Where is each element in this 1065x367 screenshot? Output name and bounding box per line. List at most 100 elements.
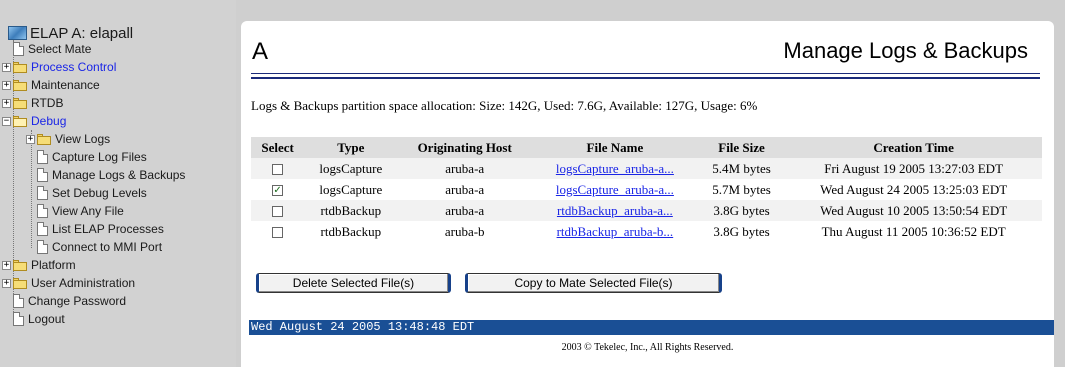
tree-item-list-elap-processes[interactable]: List ELAP Processes bbox=[26, 220, 164, 238]
header-select: Select bbox=[251, 137, 305, 158]
page-icon bbox=[37, 168, 48, 182]
tree-item-rtdb[interactable]: + RTDB bbox=[2, 94, 63, 112]
tree-item-user-administration[interactable]: + User Administration bbox=[2, 274, 135, 292]
tree-item-maintenance[interactable]: + Maintenance bbox=[2, 76, 100, 94]
partition-info: Logs & Backups partition space allocatio… bbox=[251, 98, 758, 113]
tree-item-label: View Logs bbox=[55, 132, 111, 146]
file-size-cell: 3.8G bytes bbox=[697, 221, 786, 242]
tree-item-label: View Any File bbox=[52, 204, 124, 218]
page-title: Manage Logs & Backups bbox=[783, 38, 1028, 63]
open-folder-icon bbox=[13, 115, 27, 127]
creation-time-cell: Wed August 24 2005 13:25:03 EDT bbox=[785, 179, 1042, 200]
tree-item-set-debug-levels[interactable]: Set Debug Levels bbox=[26, 184, 147, 202]
page-icon bbox=[37, 222, 48, 236]
copy-to-mate-button[interactable]: Copy to Mate Selected File(s) bbox=[465, 273, 722, 293]
tree-item-capture-log-files[interactable]: Capture Log Files bbox=[26, 148, 147, 166]
host-cell: aruba-a bbox=[397, 179, 532, 200]
file-name-link[interactable]: logsCapture_aruba-a... bbox=[556, 182, 674, 197]
file-size-cell: 3.8G bytes bbox=[697, 200, 786, 221]
file-name-link[interactable]: logsCapture_aruba-a... bbox=[556, 161, 674, 176]
expand-icon[interactable]: + bbox=[2, 80, 11, 90]
file-name-link[interactable]: rtdbBackup_aruba-b... bbox=[557, 224, 674, 239]
header-type: Type bbox=[304, 137, 398, 158]
file-name-cell: logsCapture_aruba-a... bbox=[531, 179, 698, 200]
navigation-tree: ELAP A: elapall Select Mate + Process Cont… bbox=[0, 0, 236, 367]
select-cell bbox=[251, 200, 305, 221]
tree-item-view-any-file[interactable]: View Any File bbox=[26, 202, 124, 220]
tree-item-connect-to-mmi-port[interactable]: Connect to MMI Port bbox=[26, 238, 162, 256]
folder-icon bbox=[37, 133, 51, 145]
collapse-icon[interactable]: − bbox=[2, 116, 11, 126]
side-indicator: A bbox=[252, 38, 269, 65]
page-icon bbox=[13, 294, 24, 308]
checkbox[interactable] bbox=[272, 164, 284, 176]
checkbox-checked[interactable]: ✓ bbox=[272, 185, 284, 197]
checkbox[interactable] bbox=[272, 206, 284, 218]
folder-icon bbox=[13, 259, 27, 271]
tree-item-label: Process Control bbox=[31, 60, 117, 74]
tree-item-logout[interactable]: Logout bbox=[2, 310, 65, 328]
table-row: rtdbBackup aruba-b rtdbBackup_aruba-b... 3.… bbox=[251, 221, 1042, 242]
tree-item-manage-logs-backups[interactable]: Manage Logs & Backups bbox=[26, 166, 185, 184]
table-row: rtdbBackup aruba-a rtdbBackup_aruba-a... 3.… bbox=[251, 200, 1042, 221]
folder-icon bbox=[13, 97, 27, 109]
tree-item-label: Select Mate bbox=[28, 42, 92, 56]
tree-item-view-logs[interactable]: + View Logs bbox=[26, 130, 110, 148]
tree-item-label: Logout bbox=[28, 312, 65, 326]
header-creation-time: Creation Time bbox=[785, 137, 1042, 158]
tree-item-label: Connect to MMI Port bbox=[52, 240, 163, 254]
file-size-cell: 5.4M bytes bbox=[697, 158, 786, 179]
expand-icon[interactable]: + bbox=[26, 134, 35, 144]
page-icon bbox=[13, 312, 24, 326]
tree-item-label: Set Debug Levels bbox=[52, 186, 147, 200]
table-row: ✓ logsCapture aruba-a logsCapture_aruba-a..… bbox=[251, 179, 1042, 200]
select-cell bbox=[251, 221, 305, 242]
tree-root-label: ELAP A: elapall bbox=[30, 24, 134, 42]
host-cell: aruba-a bbox=[397, 200, 532, 221]
file-name-link[interactable]: rtdbBackup_aruba-a... bbox=[557, 203, 673, 218]
host-cell: aruba-a bbox=[397, 158, 532, 179]
select-cell bbox=[251, 158, 305, 179]
folder-icon bbox=[13, 79, 27, 91]
server-icon bbox=[8, 26, 27, 40]
tree-item-label: Capture Log Files bbox=[52, 150, 147, 164]
delete-selected-button[interactable]: Delete Selected File(s) bbox=[256, 273, 451, 293]
folder-icon bbox=[13, 61, 27, 73]
copyright: 2003 © Tekelec, Inc., All Rights Reserve… bbox=[561, 342, 734, 353]
type-cell: rtdbBackup bbox=[304, 221, 398, 242]
tree-item-process-control[interactable]: + Process Control bbox=[2, 58, 116, 76]
tree-item-label: Change Password bbox=[28, 294, 127, 308]
page-icon bbox=[37, 240, 48, 254]
creation-time-cell: Fri August 19 2005 13:27:03 EDT bbox=[785, 158, 1042, 179]
type-cell: rtdbBackup bbox=[304, 200, 398, 221]
host-cell: aruba-b bbox=[397, 221, 532, 242]
tree-item-debug[interactable]: − Debug bbox=[2, 112, 66, 130]
page-icon bbox=[37, 150, 48, 164]
expand-icon[interactable]: + bbox=[2, 278, 11, 288]
expand-icon[interactable]: + bbox=[2, 62, 11, 72]
creation-time-cell: Thu August 11 2005 10:36:52 EDT bbox=[785, 221, 1042, 242]
tree-item-platform[interactable]: + Platform bbox=[2, 256, 76, 274]
main-panel: A Manage Logs & Backups Logs & Backups p… bbox=[241, 21, 1054, 367]
title-divider-thick bbox=[251, 77, 1040, 79]
select-cell: ✓ bbox=[251, 179, 305, 200]
expand-icon[interactable]: + bbox=[2, 98, 11, 108]
tree-item-label: Debug bbox=[31, 114, 67, 128]
file-name-cell: rtdbBackup_aruba-a... bbox=[531, 200, 698, 221]
checkbox[interactable] bbox=[272, 227, 284, 239]
page-icon bbox=[37, 186, 48, 200]
expand-icon[interactable]: + bbox=[2, 260, 11, 270]
table-row: logsCapture aruba-a logsCapture_aruba-a...… bbox=[251, 158, 1042, 179]
type-cell: logsCapture bbox=[304, 158, 398, 179]
tree-item-label: User Administration bbox=[31, 276, 136, 290]
folder-icon bbox=[13, 277, 27, 289]
tree-item-select-mate[interactable]: Select Mate bbox=[2, 40, 91, 58]
tree-item-change-password[interactable]: Change Password bbox=[2, 292, 126, 310]
tree-item-label: Manage Logs & Backups bbox=[52, 168, 186, 182]
status-bar-time: Wed August 24 2005 13:48:48 EDT bbox=[249, 320, 1054, 335]
page-icon bbox=[37, 204, 48, 218]
header-host: Originating Host bbox=[397, 137, 532, 158]
tree-item-label: Platform bbox=[31, 258, 76, 272]
logs-table: Select Type Originating Host File Name F… bbox=[251, 137, 1042, 242]
file-name-cell: logsCapture_aruba-a... bbox=[531, 158, 698, 179]
